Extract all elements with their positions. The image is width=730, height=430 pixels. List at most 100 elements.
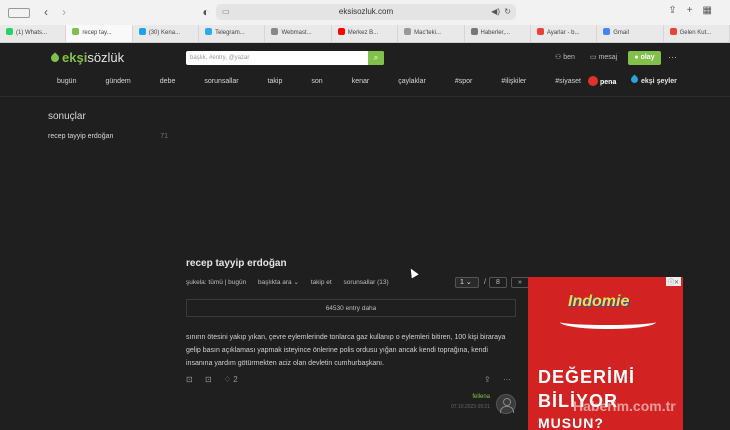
forward-icon[interactable]: ›	[56, 5, 72, 19]
new-tab-icon[interactable]: +	[687, 5, 703, 16]
tab-favicon-icon	[205, 28, 213, 35]
browser-tab[interactable]: recep tay...	[66, 25, 133, 42]
event-button[interactable]: ● olay	[628, 51, 661, 65]
logo-text-1: ekşi	[62, 50, 88, 65]
browser-tab[interactable]: (1) Whats...	[0, 25, 67, 42]
tab-label: Ayarlar - b...	[546, 30, 580, 36]
filter-questions[interactable]: sorunsallar (13)	[344, 279, 389, 286]
watermark: Haberim.com.tr	[573, 398, 676, 414]
filter-search-in-topic[interactable]: başlıkta ara ⌄	[258, 279, 299, 286]
logo-drop-icon	[49, 52, 61, 64]
nav-item[interactable]: #spor	[455, 78, 473, 85]
search-input[interactable]: başlık, #entry, @yazar	[186, 51, 384, 65]
nav-item[interactable]: kenar	[352, 78, 370, 85]
favorite-button[interactable]: ♢ 2	[224, 375, 248, 384]
avatar[interactable]	[496, 394, 516, 414]
site-header: ekşisözlük başlık, #entry, @yazar ⌕ ⚇ be…	[0, 43, 730, 97]
nav-item[interactable]: gündem	[105, 78, 130, 85]
upvote-icon[interactable]: ⊡	[186, 375, 193, 384]
message-label: mesaj	[598, 54, 618, 61]
nav-item[interactable]: #ilişkiler	[501, 78, 526, 85]
filter-sukela[interactable]: şukela: tümü | bugün	[186, 279, 246, 286]
tab-favicon-icon	[271, 28, 279, 35]
tab-favicon-icon	[337, 28, 345, 35]
entry-author[interactable]: fellena	[444, 394, 490, 400]
tab-label: recep tay...	[82, 30, 112, 36]
browser-tab[interactable]: Haberler,...	[464, 25, 531, 42]
tab-favicon-icon	[72, 28, 80, 35]
mouse-cursor-icon	[407, 266, 419, 279]
tab-label: (30) Kena...	[148, 30, 181, 36]
ad-headline-3: MUSUN?	[538, 415, 604, 430]
tab-favicon-icon	[536, 28, 544, 35]
eksiseyler-drop-icon	[629, 74, 640, 85]
entry-tools: ⇪ ···	[484, 375, 521, 384]
message-button[interactable]: ▭ mesaj	[590, 53, 617, 61]
tab-favicon-icon	[138, 28, 146, 35]
browser-tab[interactable]: Webmast...	[265, 25, 332, 42]
entry-actions: ⊡ ⊡ ♢ 2	[186, 375, 258, 384]
sidebar-toggle-icon[interactable]	[8, 8, 30, 18]
downvote-icon[interactable]: ⊡	[205, 375, 212, 384]
browser-tab[interactable]: Merkez B...	[331, 25, 399, 42]
reload-icon[interactable]: ↻	[504, 4, 511, 20]
eksiseyler-label: ekşi şeyler	[641, 78, 677, 85]
share-icon[interactable]: ⇪	[668, 5, 686, 16]
share-entry-icon[interactable]: ⇪	[484, 375, 491, 384]
browser-chrome: ‹ › ◐ ▭ eksisozluk.com ◀) ↻ ⇪+▦ (1) What…	[0, 0, 730, 43]
back-icon[interactable]: ‹	[38, 5, 54, 19]
follow-button[interactable]: takip et	[311, 279, 332, 286]
browser-tab[interactable]: (30) Kena...	[132, 25, 200, 42]
browser-tab[interactable]: Gmail	[597, 25, 664, 42]
user-icon: ⚇	[555, 54, 562, 61]
eksiseyler-link[interactable]: ekşi şeyler	[629, 74, 677, 85]
tab-favicon-icon	[603, 28, 611, 35]
sidebar-item-result[interactable]: recep tayyip erdoğan 71	[48, 133, 168, 140]
nav-item[interactable]: sorunsallar	[204, 78, 238, 85]
tab-label: (1) Whats...	[16, 30, 48, 36]
pena-icon	[588, 76, 598, 86]
speaker-icon[interactable]: ◀)	[491, 4, 500, 20]
user-button[interactable]: ⚇ ben	[555, 53, 575, 61]
page-select[interactable]: 1 ⌄	[455, 277, 479, 288]
entry-more-icon[interactable]: ···	[503, 375, 511, 384]
logo-text-2: sözlük	[87, 50, 125, 65]
browser-tab[interactable]: Gelen Kut...	[663, 25, 730, 42]
nav-item[interactable]: debe	[160, 78, 176, 85]
next-page-button[interactable]: »	[510, 277, 529, 288]
tab-label: Haberler,...	[480, 30, 510, 36]
url-text: eksisozluk.com	[338, 7, 394, 16]
event-label: olay	[640, 54, 655, 61]
nav-item[interactable]: #siyaset	[555, 78, 581, 85]
sidebar-item-label: recep tayyip erdoğan	[48, 133, 114, 140]
browser-tab[interactable]: Ayarlar - b...	[530, 25, 598, 42]
pagination: 1 ⌄ /8»	[455, 277, 533, 288]
nav-item[interactable]: son	[311, 78, 322, 85]
browser-tab[interactable]: Mac'teki...	[398, 25, 465, 42]
nav-item[interactable]: takip	[268, 78, 283, 85]
pena-label: pena	[600, 79, 617, 86]
shield-icon[interactable]: ◐	[198, 5, 214, 19]
total-pages-button[interactable]: 8	[488, 277, 507, 288]
ad-close-icon[interactable]: ⓘ✕	[665, 277, 681, 286]
nav-item[interactable]: çaylaklar	[398, 78, 426, 85]
url-bar[interactable]: ▭ eksisozluk.com ◀) ↻	[216, 4, 516, 20]
more-entries-button[interactable]: 64530 entry daha	[186, 299, 516, 317]
tab-label: Webmast...	[281, 30, 312, 36]
search-button[interactable]: ⌕	[368, 51, 384, 65]
site-logo[interactable]: ekşisözlük	[49, 50, 125, 65]
entry-date[interactable]: 07.10.2023 09:21	[430, 404, 490, 410]
tab-overview-icon[interactable]: ▦	[703, 5, 722, 16]
browser-tab[interactable]: Telegram...	[199, 25, 266, 42]
pena-link[interactable]: pena	[588, 76, 616, 86]
tab-favicon-icon	[470, 28, 478, 35]
ad-headline-1: DEĞERİMİ	[538, 367, 636, 387]
more-icon[interactable]: ···	[668, 52, 677, 62]
nav-item[interactable]: bugün	[57, 78, 76, 85]
topic-filters: şukela: tümü | bugün başlıkta ara ⌄ taki…	[186, 278, 399, 286]
favorite-count: 2	[233, 375, 238, 384]
page-title[interactable]: recep tayyip erdoğan	[186, 258, 287, 269]
message-icon: ▭	[590, 54, 597, 61]
search-icon: ⌕	[373, 53, 379, 62]
topic-nav: bugün gündem debe sorunsallar takip son kenar ç…	[57, 78, 616, 85]
